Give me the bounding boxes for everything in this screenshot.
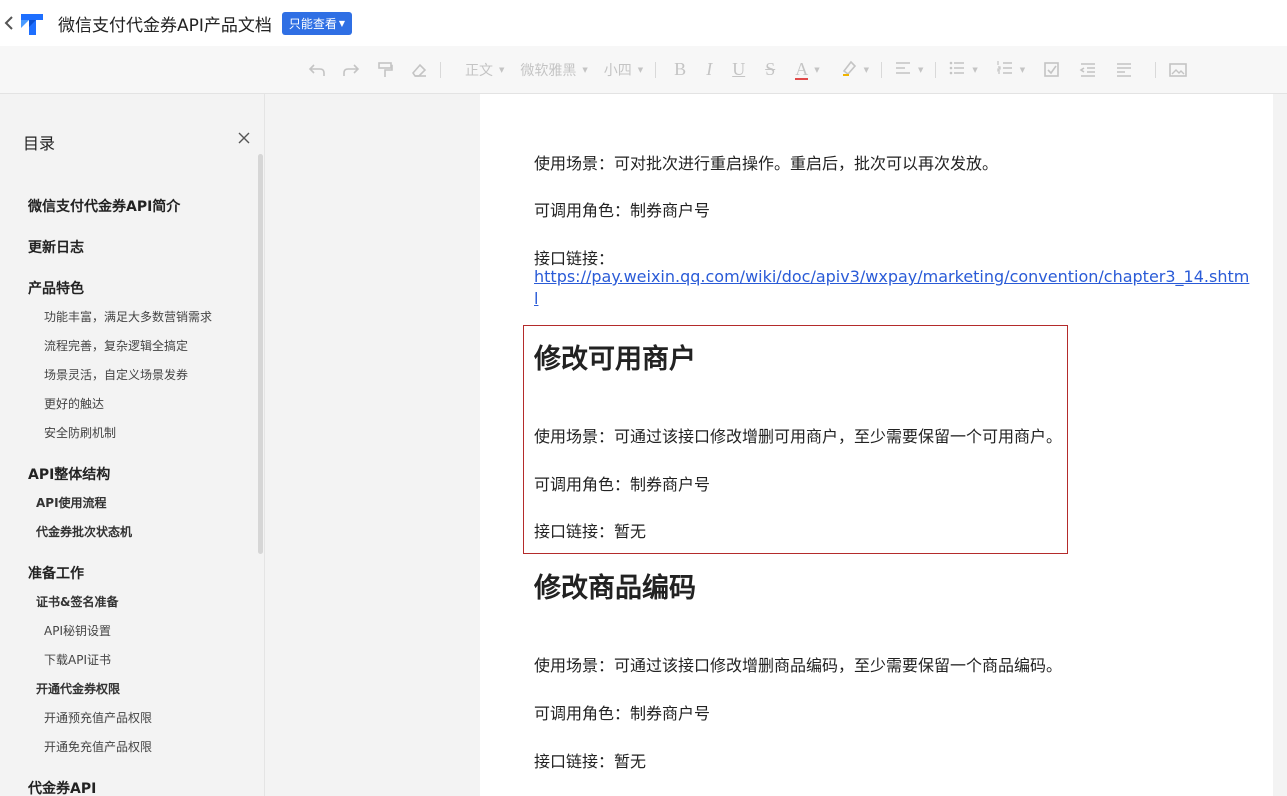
restart-role-text: 可调用角色：制券商户号 bbox=[534, 201, 711, 220]
toc-item[interactable]: API使用流程 bbox=[36, 494, 107, 511]
highlighter-icon bbox=[840, 59, 858, 81]
highlight-dropdown[interactable]: ▼ bbox=[840, 59, 869, 81]
toc-item[interactable]: 安全防刷机制 bbox=[44, 424, 116, 441]
font-color-icon: A bbox=[795, 58, 809, 80]
tencent-docs-logo-icon[interactable] bbox=[18, 9, 46, 37]
font-family-dropdown[interactable]: 微软雅黑 ▼ bbox=[520, 60, 587, 80]
toolbar-divider bbox=[1155, 61, 1157, 78]
toc-item[interactable]: 开通免充值产品权限 bbox=[44, 738, 152, 755]
toc-item[interactable]: API整体结构 bbox=[28, 464, 110, 484]
section-heading: 修改商品编码 bbox=[534, 573, 696, 604]
align-icon bbox=[894, 59, 912, 81]
toc-item[interactable]: 产品特色 bbox=[28, 278, 84, 298]
goods-link-text: 接口链接：暂无 bbox=[534, 752, 647, 771]
underline-button[interactable]: U bbox=[732, 58, 745, 82]
toc-item[interactable]: 开通代金券权限 bbox=[36, 680, 120, 697]
toc-item[interactable]: 微信支付代金券API简介 bbox=[28, 196, 180, 216]
view-only-label: 只能查看 bbox=[288, 16, 337, 31]
checklist-icon[interactable] bbox=[1043, 58, 1061, 82]
undo-icon[interactable] bbox=[308, 58, 326, 82]
toc-item[interactable]: 下载API证书 bbox=[44, 651, 111, 668]
indent-icon[interactable] bbox=[1079, 58, 1097, 82]
toc-item[interactable]: 证书&签名准备 bbox=[36, 593, 118, 610]
toc-item[interactable]: 代金券批次状态机 bbox=[36, 523, 132, 540]
paragraph-style-dropdown[interactable]: 正文 ▼ bbox=[465, 60, 504, 80]
document-scroll-gutter[interactable] bbox=[1273, 94, 1287, 796]
bullet-list-dropdown[interactable]: ▼ bbox=[948, 59, 978, 81]
toc-item[interactable]: 场景灵活，自定义场景发券 bbox=[44, 366, 188, 383]
format-painter-icon[interactable] bbox=[376, 58, 394, 82]
font-size-dropdown[interactable]: 小四 ▼ bbox=[604, 60, 643, 80]
restart-api-link[interactable]: https://pay.weixin.qq.com/wiki/doc/apiv3… bbox=[534, 267, 1249, 286]
eraser-icon[interactable] bbox=[410, 58, 428, 82]
merchant-link-text: 接口链接：暂无 bbox=[534, 522, 647, 541]
chevron-left-icon[interactable] bbox=[2, 15, 16, 31]
merchant-scene-text: 使用场景：可通过该接口修改增删可用商户，至少需要保留一个可用商户。 bbox=[534, 427, 1063, 446]
toc-item[interactable]: API秘钥设置 bbox=[44, 622, 111, 639]
strikethrough-button[interactable]: S bbox=[765, 58, 775, 82]
merchant-role-text: 可调用角色：制券商户号 bbox=[534, 475, 711, 494]
section-heading: 修改可用商户 bbox=[534, 344, 696, 375]
editor-toolbar: 正文 ▼ 微软雅黑 ▼ 小四 ▼ B I U S A ▼ ▼ ▼ ▼ ▼ bbox=[0, 46, 1287, 94]
toc-item[interactable]: 更新日志 bbox=[28, 237, 84, 257]
close-icon[interactable] bbox=[236, 130, 252, 146]
caret-down-icon: ▼ bbox=[338, 18, 346, 28]
toc-item[interactable]: 开通预充值产品权限 bbox=[44, 709, 152, 726]
image-icon[interactable] bbox=[1168, 58, 1188, 82]
toolbar-divider bbox=[935, 61, 937, 78]
document-title: 微信支付代金券API产品文档 bbox=[58, 15, 272, 36]
align-dropdown[interactable]: ▼ bbox=[894, 59, 923, 81]
restart-scene-text: 使用场景：可对批次进行重启操作。重启后，批次可以再次发放。 bbox=[534, 154, 999, 173]
restart-api-link-tail[interactable]: l bbox=[534, 289, 538, 308]
goods-role-text: 可调用角色：制券商户号 bbox=[534, 704, 711, 723]
toc-item[interactable]: 代金券API bbox=[28, 778, 96, 796]
bold-button[interactable]: B bbox=[674, 58, 686, 82]
numbered-list-dropdown[interactable]: ▼ bbox=[996, 59, 1025, 81]
toc-item[interactable]: 更好的触达 bbox=[44, 395, 104, 412]
outdent-icon[interactable] bbox=[1115, 58, 1133, 82]
restart-link-label: 接口链接： bbox=[534, 249, 615, 268]
toolbar-divider bbox=[655, 61, 657, 78]
goods-scene-text: 使用场景：可通过该接口修改增删商品编码，至少需要保留一个商品编码。 bbox=[534, 656, 1063, 675]
toc-item[interactable]: 功能丰富，满足大多数营销需求 bbox=[44, 308, 212, 325]
title-bar: 微信支付代金券API产品文档 只能查看 ▼ bbox=[0, 0, 1287, 46]
document-page[interactable]: 使用场景：可对批次进行重启操作。重启后，批次可以再次发放。 可调用角色：制券商户… bbox=[480, 94, 1273, 796]
toc-title: 目录 bbox=[23, 134, 56, 153]
numbered-list-icon bbox=[996, 59, 1014, 81]
view-only-badge[interactable]: 只能查看 ▼ bbox=[281, 11, 353, 35]
font-color-dropdown[interactable]: A ▼ bbox=[795, 58, 820, 80]
toolbar-divider bbox=[440, 61, 441, 78]
toc-sidebar: 目录 微信支付代金券API简介 更新日志 产品特色 功能丰富，满足大多数营销需求… bbox=[0, 94, 265, 796]
italic-button[interactable]: I bbox=[706, 58, 712, 82]
toc-item[interactable]: 流程完善，复杂逻辑全搞定 bbox=[44, 337, 188, 354]
bullet-list-icon bbox=[948, 59, 966, 81]
toolbar-divider bbox=[880, 61, 882, 78]
redo-icon[interactable] bbox=[342, 58, 360, 82]
toc-item[interactable]: 准备工作 bbox=[28, 563, 84, 583]
toc-scrollbar[interactable] bbox=[258, 154, 263, 554]
